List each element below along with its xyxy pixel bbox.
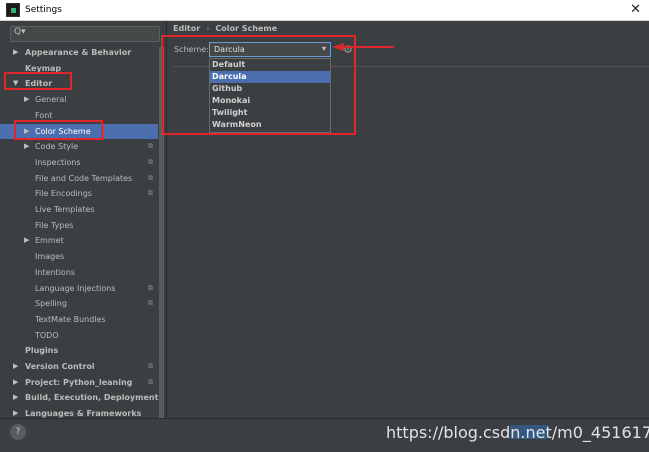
search-icon: Q▾ xyxy=(14,27,26,37)
sidebar-item-label: Project: Python_leaning xyxy=(25,377,133,387)
watermark-text: https://blog.csdn.net/m0_45161766 xyxy=(386,423,649,442)
project-scope-icon: ⧉ xyxy=(148,142,153,151)
sidebar-item-label: Emmet xyxy=(35,236,64,246)
sidebar-item-language-injections[interactable]: Language Injections ⧉ xyxy=(0,281,158,296)
sidebar-item-label: TODO xyxy=(35,330,59,340)
search-input[interactable]: Q▾ xyxy=(10,26,160,42)
breadcrumb-parent[interactable]: Editor xyxy=(173,24,200,33)
project-scope-icon: ⧉ xyxy=(148,362,153,370)
sidebar-item-build-execution-deployment[interactable]: ▶ Build, Execution, Deployment xyxy=(0,390,158,405)
sidebar-item-label: File Types xyxy=(35,220,74,230)
sidebar-item-label: Language Injections xyxy=(35,283,116,293)
project-scope-icon: ⧉ xyxy=(148,299,153,308)
sidebar-item-label: Build, Execution, Deployment xyxy=(25,393,159,403)
sidebar-item-code-style[interactable]: ▶ Code Style ⧉ xyxy=(0,139,158,154)
sidebar-item-label: Spelling xyxy=(35,299,67,309)
project-scope-icon: ⧉ xyxy=(148,377,153,386)
sidebar-item-label: File and Code Templates xyxy=(35,173,133,183)
annotation-arrow xyxy=(332,43,394,51)
help-button[interactable]: ? xyxy=(10,424,26,440)
breadcrumb-current: Color Scheme xyxy=(215,24,278,33)
bottom-bar: ? https://blog.csdn.net/m0_45161766 xyxy=(0,418,649,452)
sidebar-item-project-python-leaning[interactable]: ▶ Project: Python_leaning ⧉ xyxy=(0,375,158,390)
sidebar-item-label: Appearance & Behavior xyxy=(25,48,132,57)
sidebar-item-live-templates[interactable]: Live Templates xyxy=(0,202,158,217)
annotation-box-color-scheme xyxy=(14,120,103,140)
sidebar-item-appearance-behavior[interactable]: ▶ Appearance & Behavior xyxy=(0,45,158,60)
annotation-box-editor xyxy=(4,72,72,90)
annotation-box-scheme xyxy=(161,35,356,135)
collapsed-arrow-icon[interactable]: ▶ xyxy=(24,233,29,248)
settings-content: Editor › Color Scheme Scheme: Darcula ▾ ⚙ … xyxy=(161,21,649,417)
collapsed-arrow-icon[interactable]: ▶ xyxy=(13,45,18,60)
sidebar-item-label: Plugins xyxy=(25,346,59,356)
breadcrumb: Editor › Color Scheme xyxy=(173,24,277,33)
sidebar-item-general[interactable]: ▶ General xyxy=(0,92,158,107)
sidebar-item-todo[interactable]: TODO xyxy=(0,328,158,343)
project-scope-icon: ⧉ xyxy=(148,157,153,166)
project-scope-icon: ⧉ xyxy=(148,283,153,292)
sidebar-item-label: Code Style xyxy=(35,142,79,152)
sidebar-item-emmet[interactable]: ▶ Emmet xyxy=(0,233,158,248)
sidebar-item-version-control[interactable]: ▶ Version Control ⧉ xyxy=(0,359,158,374)
sidebar-item-label: File Encodings xyxy=(35,189,92,199)
sidebar-item-label: Inspections xyxy=(35,157,81,167)
sidebar-item-textmate-bundles[interactable]: TextMate Bundles xyxy=(0,312,158,327)
sidebar-item-spelling[interactable]: Spelling ⧉ xyxy=(0,296,158,311)
collapsed-arrow-icon[interactable]: ▶ xyxy=(13,375,18,390)
sidebar-item-inspections[interactable]: Inspections ⧉ xyxy=(0,155,158,170)
sidebar-item-label: Live Templates xyxy=(35,205,95,214)
sidebar-item-file-encodings[interactable]: File Encodings ⧉ xyxy=(0,186,158,201)
sidebar-item-label: General xyxy=(35,95,67,105)
settings-sidebar: Q▾ ▶ Appearance & Behavior Keymap ▼ Editor ▶ G… xyxy=(0,21,167,437)
collapsed-arrow-icon[interactable]: ▶ xyxy=(24,139,29,154)
sidebar-item-images[interactable]: Images xyxy=(0,249,158,264)
sidebar-item-label: Images xyxy=(35,252,65,262)
sidebar-item-label: Version Control xyxy=(25,362,95,371)
sidebar-item-file-and-code-templates[interactable]: File and Code Templates ⧉ xyxy=(0,171,158,186)
breadcrumb-separator: › xyxy=(206,24,210,33)
sidebar-item-label: TextMate Bundles xyxy=(35,314,106,324)
collapsed-arrow-icon[interactable]: ▶ xyxy=(24,92,29,107)
project-scope-icon: ⧉ xyxy=(148,173,153,182)
sidebar-item-label: Intentions xyxy=(35,267,76,277)
close-icon[interactable]: ✕ xyxy=(630,2,641,17)
sidebar-item-file-types[interactable]: File Types xyxy=(0,218,158,233)
project-scope-icon: ⧉ xyxy=(148,189,153,198)
sidebar-item-intentions[interactable]: Intentions xyxy=(0,265,158,280)
app-icon xyxy=(6,3,20,17)
window-titlebar: Settings ✕ xyxy=(0,0,649,21)
window-title: Settings xyxy=(25,5,62,15)
sidebar-item-plugins[interactable]: Plugins xyxy=(0,343,158,358)
collapsed-arrow-icon[interactable]: ▶ xyxy=(13,359,18,374)
collapsed-arrow-icon[interactable]: ▶ xyxy=(13,390,18,405)
